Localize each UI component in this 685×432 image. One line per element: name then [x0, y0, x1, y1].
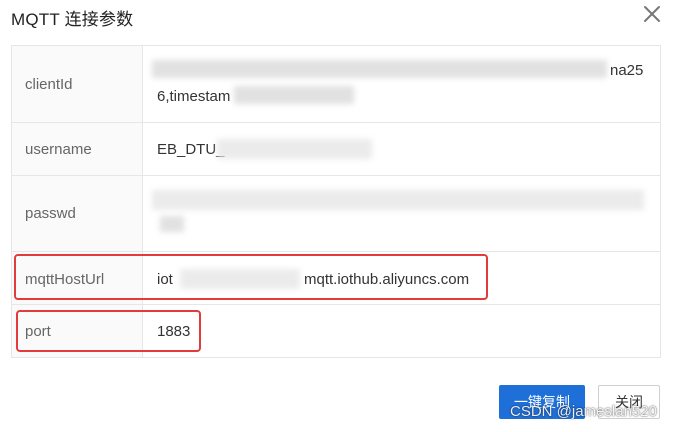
redacted-block [160, 216, 184, 232]
table-row: clientId na25 6,timestam [12, 46, 660, 122]
dialog-title: MQTT 连接参数 [11, 10, 134, 29]
redacted-block [234, 86, 354, 104]
row-label-clientid: clientId [25, 76, 73, 93]
redacted-block [152, 60, 607, 78]
table-row: passwd [12, 175, 660, 251]
redacted-block [217, 139, 372, 159]
clientid-value-line2: 6,timestam [157, 88, 231, 105]
copy-all-button[interactable]: 一键复制 [499, 385, 585, 419]
close-icon[interactable] [640, 2, 664, 26]
username-value: EB_DTU_ [157, 141, 225, 158]
redacted-block [152, 190, 644, 210]
close-button[interactable]: 关闭 [598, 385, 660, 419]
highlight-box-port [16, 310, 201, 352]
row-label-passwd: passwd [25, 205, 76, 222]
table-row: username EB_DTU_ [12, 122, 660, 175]
mqtt-params-dialog: MQTT 连接参数 clientId na25 6,timestam usern… [0, 0, 685, 432]
clientid-value-end: na25 [610, 62, 644, 79]
highlight-box-mqtthosturl [14, 254, 488, 300]
row-label-username: username [25, 141, 92, 158]
